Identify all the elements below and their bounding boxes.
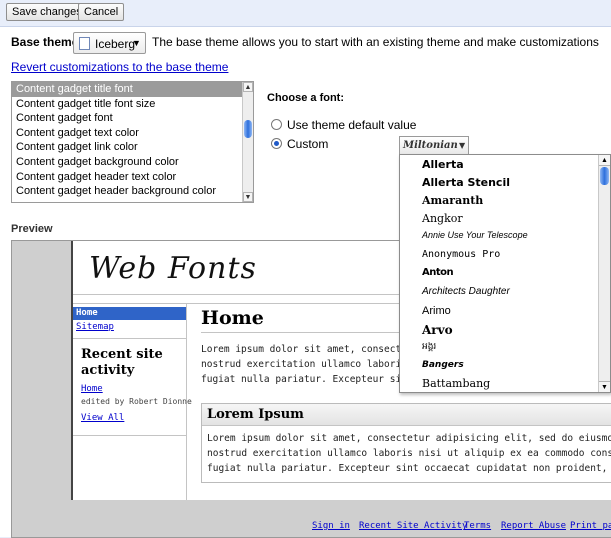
base-theme-label: Base theme: [11,35,83,49]
body-text-line: fugiat nulla pariatur. Excepteur sint [201,374,413,385]
lorem-gadget-title: Lorem Ipsum [207,407,304,422]
preview-label: Preview [11,223,53,235]
customization-list-item[interactable]: Content gadget title font [12,82,253,97]
recent-activity-link[interactable]: Home [81,384,103,394]
scroll-up-icon[interactable]: ▲ [243,82,253,92]
page-heading: Home [201,307,264,329]
preview-sidebar: Home Sitemap Recent site activity Home e… [73,304,192,500]
font-select-value: Miltonian [403,140,458,151]
lorem-gadget-header: Lorem Ipsum [202,404,611,426]
customization-list-item[interactable]: Content gadget text color [12,126,253,141]
recent-activity-heading: Recent site activity [81,347,163,378]
chevron-down-icon: ▼ [132,38,141,48]
sidebar-item-home[interactable]: Home [73,307,186,320]
footer-sign-in-link[interactable]: Sign in [312,521,350,531]
footer-report-abuse-link[interactable]: Report Abuse [501,521,566,531]
gadget-text-line: Lorem ipsum dolor sit amet, consectetur … [207,433,611,444]
revert-customizations-link[interactable]: Revert customizations to the base theme [11,60,228,74]
gadget-text-line: fugiat nulla pariatur. Excepteur sint oc… [207,463,611,474]
default-font-radio[interactable] [271,119,282,130]
font-option[interactable]: Bangers [422,360,464,370]
customization-list-item[interactable]: Content gadget header text color [12,170,253,185]
chevron-down-icon: ▼ [459,141,466,150]
font-option[interactable]: Anonymous Pro [422,249,500,260]
footer-terms-link[interactable]: Terms [464,521,491,531]
base-theme-select[interactable]: Iceberg ▼ [73,32,146,54]
scroll-thumb[interactable] [244,120,252,138]
font-option[interactable]: Angkor [422,212,463,225]
customization-list-item[interactable]: Content gadget title font size [12,97,253,112]
font-option[interactable]: Architects Daughter [422,286,510,297]
sidebar-divider [73,338,186,339]
site-title: Web Fonts [89,251,257,286]
font-option[interactable]: Amaranth [422,194,483,207]
footer-recent-activity-link[interactable]: Recent Site Activity [359,521,467,531]
gadget-text-line: nostrud exercitation ullamco laboris nis… [207,448,611,459]
font-option[interactable]: Battambang [422,377,490,390]
scroll-up-icon[interactable]: ▲ [599,155,610,166]
font-select[interactable]: Miltonian ▼ [399,136,469,155]
body-text-line: Lorem ipsum dolor sit amet, consectetur [201,344,425,355]
font-option[interactable]: Allerta [422,158,464,171]
save-changes-button[interactable]: Save changes [6,3,88,21]
customization-list[interactable]: Content gadget title font Content gadget … [11,81,254,203]
font-option[interactable]: Annie Use Your Telescope [422,230,528,240]
scroll-thumb[interactable] [600,167,609,185]
choose-font-heading: Choose a font: [267,92,344,104]
font-dropdown-list[interactable]: Allerta Allerta Stencil Amaranth Angkor Anni… [399,154,611,393]
custom-font-radio[interactable] [271,138,282,149]
custom-font-label: Custom [287,137,329,151]
theme-swatch-icon [79,37,90,50]
customization-list-item[interactable]: Content gadget font [12,111,253,126]
default-font-label: Use theme default value [287,118,417,132]
scroll-down-icon[interactable]: ▼ [243,192,253,202]
customization-list-item[interactable]: Content gadget link color [12,140,253,155]
view-all-link[interactable]: View All [81,413,124,423]
customization-list-item[interactable]: Content gadget background color [12,155,253,170]
customization-list-scrollbar[interactable]: ▲ ▼ [242,82,253,202]
base-theme-value: Iceberg [95,37,136,51]
sidebar-divider [73,435,186,436]
base-theme-description: The base theme allows you to start with … [152,35,599,49]
customization-list-item[interactable]: Content gadget header background color [12,184,253,199]
font-option[interactable]: Arvo [422,323,453,337]
sidebar-item-sitemap[interactable]: Sitemap [73,321,186,334]
font-option[interactable]: Arimo [422,305,451,317]
font-option[interactable]: Anton [422,267,454,278]
font-option[interactable]: អង្គរ [422,341,436,354]
footer-print-page-link[interactable]: Print pag [570,521,611,531]
cancel-button[interactable]: Cancel [78,3,125,21]
body-text-line: nostrud exercitation ullamco laboris ni [201,359,425,370]
font-option[interactable]: Allerta Stencil [422,176,510,189]
lorem-gadget: Lorem Ipsum Lorem ipsum dolor sit amet, … [201,403,611,483]
scroll-down-icon[interactable]: ▼ [599,381,610,392]
customize-panel: Base theme: Iceberg ▼ The base theme all… [0,26,611,538]
top-toolbar: Save changes Cancel [0,0,611,24]
font-dropdown-scrollbar[interactable]: ▲ ▼ [598,155,610,392]
recent-activity-meta: edited by Robert Dionne [81,397,192,406]
